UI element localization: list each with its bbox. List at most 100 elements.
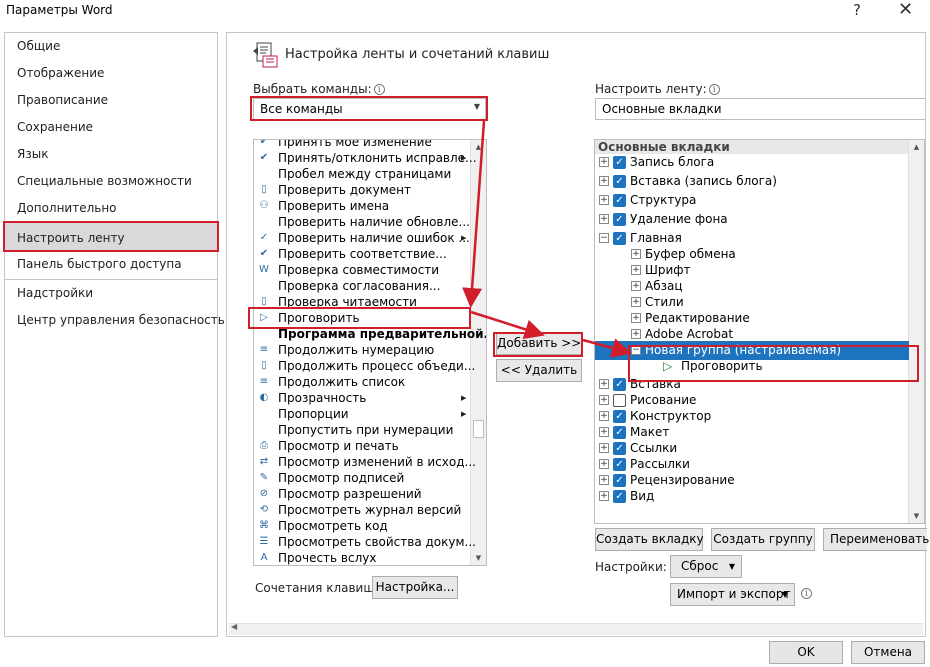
checkbox[interactable] [613, 394, 626, 407]
sidebar-item[interactable]: Центр управления безопасностью [17, 313, 235, 327]
cancel-button[interactable]: Отмена [851, 641, 925, 664]
command-label: Проверить наличие обновле... [278, 215, 470, 229]
expand-icon[interactable]: + [599, 459, 609, 469]
expand-icon[interactable]: + [599, 443, 609, 453]
import-export-dropdown[interactable]: Импорт и экспорт ▼ [670, 583, 795, 606]
ribbon-tree[interactable]: Основные вкладки ▲ ▼ + ✓ Запись блога + ✓ Вст… [594, 139, 925, 524]
checkbox[interactable]: ✓ [613, 378, 626, 391]
expand-icon[interactable]: + [631, 313, 641, 323]
horizontal-scrollbar[interactable]: ◀ [229, 622, 923, 635]
sidebar-item[interactable]: Надстройки [17, 286, 93, 300]
checkbox[interactable]: ✓ [613, 175, 626, 188]
scroll-down-icon[interactable]: ▼ [471, 551, 486, 565]
add-button[interactable]: Добавить >> [496, 332, 582, 355]
tree-item[interactable]: ▷ Проговорить [595, 357, 909, 376]
submenu-arrow-icon: ▶ [461, 394, 467, 402]
new-group-button[interactable]: Создать группу [711, 528, 815, 551]
shortcuts-customize-button[interactable]: Настройка... [372, 576, 458, 599]
sidebar-divider [5, 279, 217, 280]
scroll-left-icon[interactable]: ◀ [231, 622, 237, 631]
checkbox[interactable]: ✓ [613, 232, 626, 245]
command-label: Проверка согласования... [278, 279, 441, 293]
sidebar-item[interactable]: Отображение [17, 66, 104, 80]
collapse-icon[interactable]: − [631, 345, 641, 355]
tree-item[interactable]: + ✓ Вид [595, 487, 909, 506]
doc-icon: ▯ [261, 184, 267, 195]
chevron-down-icon: ▼ [728, 562, 735, 571]
chevron-down-icon: ▼ [473, 102, 480, 111]
compare-icon: ⇄ [259, 456, 269, 467]
rename-button[interactable]: Переименовать... [823, 528, 930, 551]
tree-item-label: Запись блога [630, 155, 715, 169]
scroll-up-icon[interactable]: ▲ [909, 140, 924, 154]
expand-icon[interactable]: + [631, 281, 641, 291]
scroll-thumb[interactable] [473, 420, 484, 438]
checkbox[interactable]: ✓ [613, 442, 626, 455]
submenu-arrow-icon: ▶ [461, 154, 467, 162]
checkbox[interactable]: ✓ [613, 426, 626, 439]
commands-list[interactable]: ▲ ▼ ✔ Принять мое изменение ✔ Принять/откло… [253, 139, 487, 566]
expand-icon[interactable]: + [599, 395, 609, 405]
title-bar: Параметры Word ? ✕ [0, 0, 930, 28]
tree-item-label: Структура [630, 193, 697, 207]
tree-item[interactable]: + ✓ Структура [595, 191, 909, 210]
customize-ribbon-dropdown[interactable]: Основные вкладки [595, 98, 925, 120]
expand-icon[interactable]: + [599, 475, 609, 485]
tree-item-label: Вставка (запись блога) [630, 174, 777, 188]
doc-check-icon: ✔ [259, 248, 269, 259]
checkbox[interactable]: ✓ [613, 474, 626, 487]
checkbox[interactable]: ✓ [613, 194, 626, 207]
expand-icon[interactable]: + [599, 491, 609, 501]
ok-button[interactable]: OK [769, 641, 843, 664]
customize-ribbon-icon [253, 42, 278, 68]
scroll-down-icon[interactable]: ▼ [909, 509, 924, 523]
reset-dropdown[interactable]: Сброс ▼ [670, 555, 742, 578]
expand-icon[interactable]: + [599, 379, 609, 389]
tree-item[interactable]: + ✓ Удаление фона [595, 210, 909, 229]
expand-icon[interactable]: + [599, 427, 609, 437]
expand-icon[interactable]: + [599, 214, 609, 224]
sidebar-item[interactable]: Правописание [17, 93, 108, 107]
checkbox[interactable]: ✓ [613, 213, 626, 226]
sidebar-item[interactable]: Настроить ленту [17, 231, 125, 245]
collapse-icon[interactable]: − [599, 233, 609, 243]
command-label: Проверить соответствие... [278, 247, 447, 261]
expand-icon[interactable]: + [631, 329, 641, 339]
expand-icon[interactable]: + [599, 411, 609, 421]
sidebar-item[interactable]: Сохранение [17, 120, 93, 134]
expand-icon[interactable]: + [599, 157, 609, 167]
commands-scrollbar[interactable]: ▲ ▼ [470, 140, 486, 565]
command-label: Принять мое изменение [278, 139, 432, 149]
expand-icon[interactable]: + [599, 176, 609, 186]
choose-commands-label: Выбрать команды: i [253, 82, 385, 96]
checkbox[interactable]: ✓ [613, 458, 626, 471]
command-label: Просмотреть журнал версий [278, 503, 462, 517]
tree-item[interactable]: + ✓ Вставка (запись блога) [595, 172, 909, 191]
help-button[interactable]: ? [853, 1, 861, 19]
expand-icon[interactable]: + [631, 249, 641, 259]
customize-ribbon-value: Основные вкладки [602, 102, 722, 116]
tree-item-label: Удаление фона [630, 212, 728, 226]
close-button[interactable]: ✕ [898, 0, 913, 20]
tree-scrollbar[interactable]: ▲ ▼ [908, 140, 924, 523]
sidebar-item[interactable]: Дополнительно [17, 201, 117, 215]
print-icon: ⎙ [260, 440, 268, 451]
checkbox[interactable]: ✓ [613, 410, 626, 423]
checkbox[interactable]: ✓ [613, 156, 626, 169]
sidebar-item[interactable]: Специальные возможности [17, 174, 192, 188]
expand-icon[interactable]: + [599, 195, 609, 205]
sidebar-item[interactable]: Панель быстрого доступа [17, 257, 182, 271]
remove-button[interactable]: << Удалить [496, 359, 582, 382]
checkbox[interactable]: ✓ [613, 490, 626, 503]
expand-icon[interactable]: + [631, 265, 641, 275]
sidebar-item[interactable]: Язык [17, 147, 48, 161]
expand-icon[interactable]: + [631, 297, 641, 307]
command-label: Прочесть вслух [278, 551, 377, 565]
sidebar-item[interactable]: Общие [17, 39, 60, 53]
choose-commands-dropdown[interactable]: Все команды ▼ [253, 98, 486, 120]
tree-item[interactable]: + ✓ Запись блога [595, 153, 909, 172]
doc-icon: ▯ [261, 296, 267, 307]
sidebar-nav: Общие Отображение Правописание Сохранение Яз… [4, 32, 235, 637]
new-tab-button[interactable]: Создать вкладку [595, 528, 704, 551]
signature-icon: ✎ [259, 472, 269, 483]
